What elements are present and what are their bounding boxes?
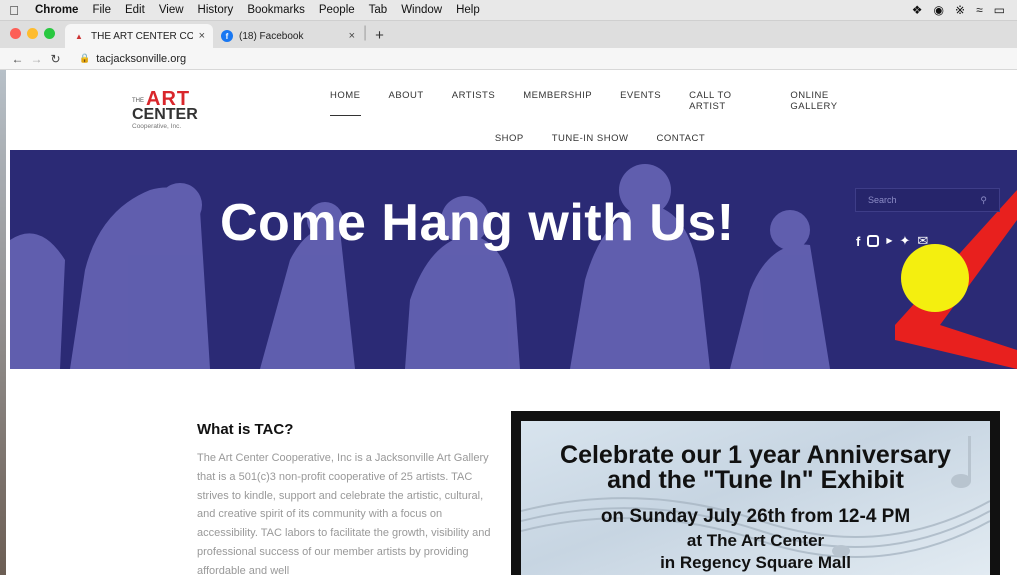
nav-online-gallery[interactable]: ONLINE GALLERY bbox=[790, 90, 870, 116]
menu-window[interactable]: Window bbox=[394, 4, 449, 16]
nav-about[interactable]: ABOUT bbox=[389, 90, 424, 116]
poster-line-2: and the "Tune In" Exhibit bbox=[607, 466, 904, 494]
tab-facebook[interactable]: f (18) Facebook × bbox=[213, 24, 363, 48]
tab-title: THE ART CENTER COOPERATI bbox=[91, 30, 193, 42]
menu-app-name[interactable]: Chrome bbox=[28, 4, 85, 16]
back-icon[interactable]: ← bbox=[8, 52, 27, 66]
logo-center: CENTER bbox=[132, 106, 198, 123]
reload-icon[interactable]: ↻ bbox=[46, 52, 65, 66]
bluetooth-icon[interactable]: ※ bbox=[955, 3, 965, 17]
logo-the: THE bbox=[132, 98, 144, 104]
wifi-icon[interactable]: ≈ bbox=[976, 3, 983, 17]
close-tab-icon[interactable]: × bbox=[349, 30, 355, 42]
close-window-button[interactable] bbox=[10, 28, 21, 39]
site-header: THE ART CENTER Cooperative, Inc. HOME AB… bbox=[10, 70, 1017, 150]
record-icon[interactable]: ◉ bbox=[934, 3, 944, 17]
tab-art-center[interactable]: ▲ THE ART CENTER COOPERATI × bbox=[65, 24, 213, 48]
menu-help[interactable]: Help bbox=[449, 4, 487, 16]
menu-file[interactable]: File bbox=[85, 4, 118, 16]
search-box[interactable]: Search ⚲ bbox=[855, 188, 1000, 212]
hero-banner: Come Hang with Us! Search ⚲ f ▶ ✦ ✉ bbox=[10, 150, 1017, 369]
tab-title: (18) Facebook bbox=[239, 30, 304, 42]
event-poster[interactable]: Celebrate our 1 year Anniversary and the… bbox=[511, 411, 1000, 575]
window-controls bbox=[0, 28, 65, 48]
poster-line-4: at The Art Center bbox=[686, 531, 825, 550]
close-tab-icon[interactable]: × bbox=[199, 30, 205, 42]
lock-icon[interactable]: 🔒 bbox=[79, 53, 90, 64]
instagram-icon[interactable] bbox=[867, 235, 880, 247]
search-icon[interactable]: ⚲ bbox=[980, 195, 987, 206]
status-tray: ❖ ◉ ※ ≈ ▭ bbox=[912, 3, 1017, 17]
art-center-favicon: ▲ bbox=[75, 31, 83, 41]
email-icon[interactable]: ✉ bbox=[917, 233, 928, 249]
hero-silhouettes bbox=[10, 164, 1017, 369]
nav-membership[interactable]: MEMBERSHIP bbox=[523, 90, 592, 116]
menu-view[interactable]: View bbox=[152, 4, 191, 16]
airplay-icon[interactable]: ▭ bbox=[994, 3, 1005, 17]
url-text[interactable]: tacjacksonville.org bbox=[96, 53, 186, 65]
social-links: f ▶ ✦ ✉ bbox=[856, 233, 928, 249]
menu-people[interactable]: People bbox=[312, 4, 362, 16]
about-heading: What is TAC? bbox=[197, 421, 294, 438]
minimize-window-button[interactable] bbox=[27, 28, 38, 39]
logo-coop: Cooperative, Inc. bbox=[132, 123, 182, 130]
nav-shop[interactable]: SHOP bbox=[495, 133, 524, 148]
nav-row-2: SHOP TUNE-IN SHOW CONTACT bbox=[330, 133, 870, 148]
dropbox-icon[interactable]: ❖ bbox=[912, 3, 923, 17]
mac-menu-bar:  Chrome File Edit View History Bookmark… bbox=[0, 0, 1017, 21]
new-tab-button[interactable]: + bbox=[367, 27, 392, 48]
nav-tune-in-show[interactable]: TUNE-IN SHOW bbox=[552, 133, 629, 148]
tab-strip: ▲ THE ART CENTER COOPERATI × f (18) Face… bbox=[0, 21, 1017, 48]
facebook-icon: f bbox=[221, 30, 233, 42]
zoom-window-button[interactable] bbox=[44, 28, 55, 39]
menu-bookmarks[interactable]: Bookmarks bbox=[240, 4, 312, 16]
facebook-icon[interactable]: f bbox=[856, 234, 860, 249]
menu-edit[interactable]: Edit bbox=[118, 4, 152, 16]
about-body: The Art Center Cooperative, Inc is a Jac… bbox=[197, 452, 491, 575]
menu-history[interactable]: History bbox=[191, 4, 241, 16]
nav-home[interactable]: HOME bbox=[330, 90, 361, 116]
nav-contact[interactable]: CONTACT bbox=[656, 133, 705, 148]
poster-line-5: in Regency Square Mall bbox=[660, 553, 851, 572]
nav-artists[interactable]: ARTISTS bbox=[452, 90, 495, 116]
site-logo[interactable]: THE ART CENTER Cooperative, Inc. bbox=[132, 88, 202, 132]
poster-line-3: on Sunday July 26th from 12-4 PM bbox=[600, 506, 911, 527]
hero-title: Come Hang with Us! bbox=[220, 194, 735, 252]
poster-image: Celebrate our 1 year Anniversary and the… bbox=[521, 421, 990, 575]
address-bar: ← → ↻ 🔒 tacjacksonville.org bbox=[0, 48, 1017, 70]
youtube-icon[interactable]: ▶ bbox=[886, 237, 892, 245]
nav-row-1: HOME ABOUT ARTISTS MEMBERSHIP EVENTS CAL… bbox=[330, 90, 870, 116]
nav-call-to-artist[interactable]: CALL TO ARTIST bbox=[689, 90, 762, 116]
menu-tab[interactable]: Tab bbox=[362, 4, 395, 16]
apple-icon[interactable]:  bbox=[0, 3, 28, 18]
forward-icon[interactable]: → bbox=[27, 52, 46, 66]
desktop-edge bbox=[0, 70, 6, 575]
twitter-icon[interactable]: ✦ bbox=[900, 233, 911, 249]
search-input[interactable]: Search bbox=[868, 195, 980, 205]
nav-events[interactable]: EVENTS bbox=[620, 90, 661, 116]
